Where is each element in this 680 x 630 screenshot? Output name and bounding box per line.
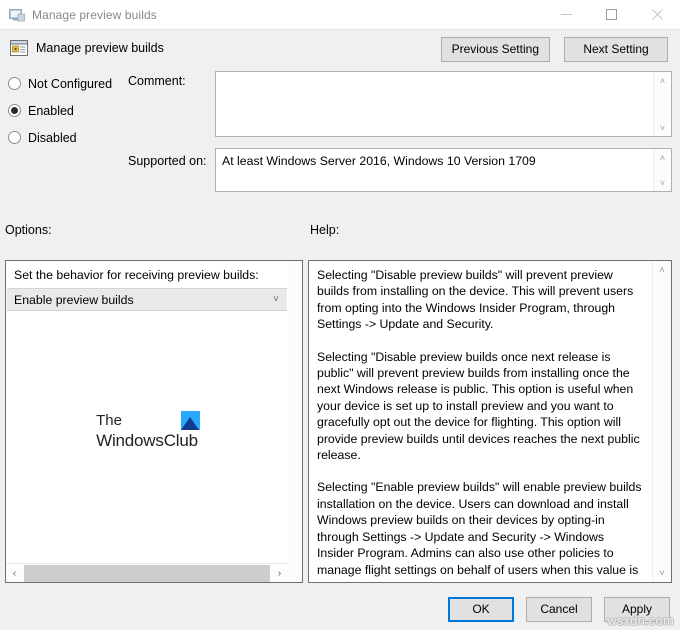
help-panel: Selecting "Disable preview builds" will …: [308, 260, 672, 583]
help-paragraph-3: Selecting "Enable preview builds" will e…: [317, 480, 642, 582]
comment-scroll-up-icon[interactable]: ˄: [654, 72, 671, 89]
policy-title: Manage preview builds: [36, 41, 164, 55]
help-scroll-up-icon[interactable]: ˄: [653, 261, 671, 279]
window-title: Manage preview builds: [32, 7, 157, 22]
watermark-line-1: The: [96, 412, 122, 429]
policy-header: Manage preview builds Previous Setting N…: [0, 30, 680, 66]
windowsclub-logo-icon: [180, 411, 200, 430]
radio-not-configured-mark: [8, 77, 21, 90]
radio-disabled[interactable]: Disabled: [8, 124, 128, 151]
previous-setting-button[interactable]: Previous Setting: [440, 37, 550, 62]
radio-not-configured[interactable]: Not Configured: [8, 70, 128, 97]
apply-button[interactable]: Apply: [604, 597, 670, 622]
help-scroll-down-icon[interactable]: ˅: [653, 564, 671, 582]
radio-disabled-mark: [8, 131, 21, 144]
preview-builds-dropdown-value: Enable preview builds: [14, 292, 134, 307]
maximize-button[interactable]: [589, 0, 634, 29]
minimize-button[interactable]: [544, 0, 589, 29]
title-bar: Manage preview builds: [0, 0, 680, 29]
supported-on-scrollbar[interactable]: ˄ ˅: [653, 149, 671, 191]
scrollbar-corner: [288, 564, 302, 582]
next-setting-button[interactable]: Next Setting: [564, 37, 668, 62]
scroll-right-icon[interactable]: ›: [271, 565, 288, 582]
help-label: Help:: [310, 223, 340, 237]
options-horizontal-scrollbar[interactable]: ‹ ›: [6, 563, 288, 582]
supported-on-scroll-down-icon[interactable]: ˅: [654, 174, 671, 191]
radio-enabled[interactable]: Enabled: [8, 97, 128, 124]
supported-on-value: At least Windows Server 2016, Windows 10…: [222, 154, 536, 168]
options-label: Options:: [5, 223, 52, 237]
dialog-buttons: OK Cancel Apply: [448, 597, 670, 622]
preview-builds-dropdown[interactable]: Enable preview builds ˅: [7, 288, 287, 311]
watermark-line-2: WindowsClub: [96, 431, 198, 450]
chevron-down-icon: ˅: [273, 294, 279, 305]
radio-enabled-mark: [8, 104, 21, 117]
window-monitor-icon: [9, 7, 25, 23]
supported-on-scroll-up-icon[interactable]: ˄: [654, 149, 671, 166]
window-controls: [544, 0, 680, 29]
close-button[interactable]: [634, 0, 680, 29]
policy-state-radio-group: Not Configured Enabled Disabled: [8, 70, 128, 151]
option-caption: Set the behavior for receiving preview b…: [14, 268, 259, 282]
cancel-button[interactable]: Cancel: [526, 597, 592, 622]
radio-not-configured-label: Not Configured: [28, 76, 113, 91]
supported-on-label: Supported on:: [128, 154, 207, 168]
comment-scrollbar[interactable]: ˄ ˅: [653, 72, 671, 136]
help-paragraph-1: Selecting "Disable preview builds" will …: [317, 268, 634, 332]
radio-disabled-label: Disabled: [28, 130, 77, 145]
help-scrollbar[interactable]: ˄ ˅: [652, 261, 671, 582]
radio-enabled-label: Enabled: [28, 103, 74, 118]
windowsclub-watermark: The WindowsClub: [6, 411, 288, 451]
scroll-left-icon[interactable]: ‹: [6, 565, 23, 582]
setting-navigation: Previous Setting Next Setting: [440, 37, 668, 62]
policy-setting-icon: [10, 40, 28, 56]
ok-button[interactable]: OK: [448, 597, 514, 622]
comment-box[interactable]: ˄ ˅: [215, 71, 672, 137]
comment-label: Comment:: [128, 74, 186, 88]
options-panel: Set the behavior for receiving preview b…: [5, 260, 303, 583]
supported-on-box[interactable]: At least Windows Server 2016, Windows 10…: [215, 148, 672, 192]
help-paragraph-2: Selecting "Disable preview builds once n…: [317, 349, 640, 463]
comment-value: [216, 72, 671, 80]
options-content: Set the behavior for receiving preview b…: [6, 261, 288, 564]
comment-scroll-down-icon[interactable]: ˅: [654, 119, 671, 136]
options-vertical-scroll-track[interactable]: [288, 261, 302, 564]
options-scroll-thumb[interactable]: [24, 564, 270, 582]
settings-zone: Not Configured Enabled Disabled Comment:…: [0, 66, 680, 194]
help-text: Selecting "Disable preview builds" will …: [309, 261, 653, 582]
